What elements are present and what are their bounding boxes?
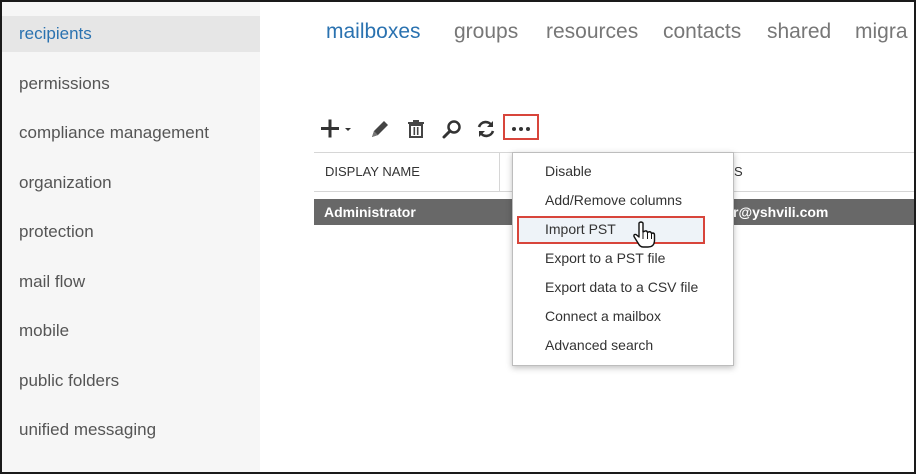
tab-mailboxes[interactable]: mailboxes xyxy=(326,20,421,44)
edit-button[interactable] xyxy=(368,114,392,144)
add-button[interactable] xyxy=(318,114,356,144)
menu-item-disable[interactable]: Disable xyxy=(545,163,592,179)
refresh-button[interactable] xyxy=(474,114,498,144)
sidebar-item-mail-flow[interactable]: mail flow xyxy=(2,264,260,300)
column-header-display-name[interactable]: DISPLAY NAME xyxy=(325,153,420,191)
more-button-highlight xyxy=(503,114,539,140)
app-window: recipients permissions compliance manage… xyxy=(0,0,916,474)
more-actions-menu: Disable Add/Remove columns Import PST Ex… xyxy=(512,152,734,366)
menu-item-advanced-search[interactable]: Advanced search xyxy=(545,337,653,353)
column-header-email[interactable]: S xyxy=(734,153,743,191)
sidebar-item-mobile[interactable]: mobile xyxy=(2,313,260,349)
search-button[interactable] xyxy=(440,114,464,144)
row-display-name: Administrator xyxy=(324,204,416,220)
sidebar-item-compliance-management[interactable]: compliance management xyxy=(2,115,260,151)
menu-item-export-pst[interactable]: Export to a PST file xyxy=(545,250,665,266)
refresh-icon xyxy=(477,120,495,138)
menu-item-connect-mailbox[interactable]: Connect a mailbox xyxy=(545,308,661,324)
sidebar-item-permissions[interactable]: permissions xyxy=(2,66,260,102)
row-email: r@yshvili.com xyxy=(733,204,829,220)
delete-button[interactable] xyxy=(405,114,427,144)
column-separator[interactable] xyxy=(499,153,500,191)
menu-item-export-csv[interactable]: Export data to a CSV file xyxy=(545,279,698,295)
sidebar-item-public-folders[interactable]: public folders xyxy=(2,363,260,399)
sidebar-item-recipients[interactable]: recipients xyxy=(2,16,260,52)
delete-icon xyxy=(408,120,424,138)
sidebar-item-organization[interactable]: organization xyxy=(2,165,260,201)
tab-resources[interactable]: resources xyxy=(546,20,638,44)
menu-item-import-pst[interactable]: Import PST xyxy=(545,221,616,237)
tab-groups[interactable]: groups xyxy=(454,20,518,44)
menu-item-add-remove-columns[interactable]: Add/Remove columns xyxy=(545,192,682,208)
sidebar: recipients permissions compliance manage… xyxy=(2,2,260,472)
add-icon xyxy=(321,119,351,138)
tab-contacts[interactable]: contacts xyxy=(663,20,741,44)
tab-shared[interactable]: shared xyxy=(767,20,831,44)
search-icon xyxy=(442,120,461,139)
edit-icon xyxy=(372,121,388,137)
hand-cursor-icon xyxy=(633,221,656,248)
sidebar-item-unified-messaging[interactable]: unified messaging xyxy=(2,412,260,448)
sidebar-item-protection[interactable]: protection xyxy=(2,214,260,250)
tab-migration[interactable]: migra xyxy=(855,20,908,44)
